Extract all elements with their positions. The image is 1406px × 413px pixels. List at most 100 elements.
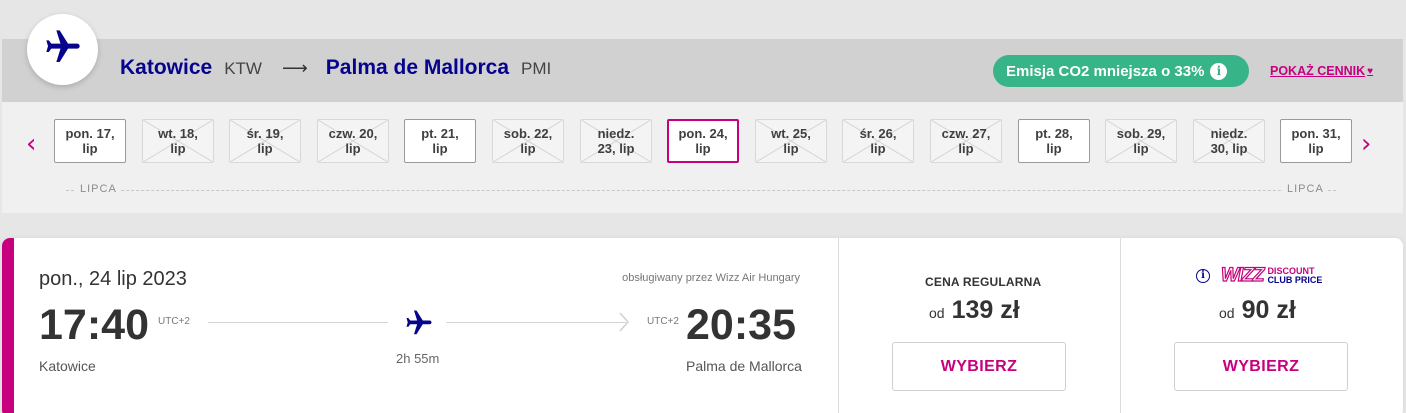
date-chip-label: wt. 25, lip	[771, 126, 811, 156]
arrival-timezone: UTC+2	[647, 316, 679, 327]
date-chip-label: pon. 17, lip	[65, 126, 114, 156]
wdc-logo-wizz: WIZZ	[1220, 265, 1265, 286]
arrival-place: Palma de Mallorca	[686, 358, 802, 374]
date-chip-label: pt. 21, lip	[421, 126, 459, 156]
date-chip-line1: wt. 18,	[158, 126, 198, 141]
date-chip: sob. 29, lip	[1105, 119, 1177, 163]
flight-date: pon., 24 lip 2023	[39, 268, 187, 290]
wdc-logo-line2: CLUB PRICE	[1267, 274, 1323, 285]
wdc-logo-text: DISCOUNT CLUB PRICE	[1267, 266, 1323, 285]
departure-time: 17:40	[39, 301, 149, 349]
regular-price-value: 139 zł	[951, 296, 1020, 324]
date-chip-label: wt. 18, lip	[158, 126, 198, 156]
select-discount-button[interactable]: WYBIERZ	[1174, 342, 1348, 391]
co2-badge-label: Emisja CO2 mniejsza o 33%	[1006, 62, 1205, 80]
plane-icon	[43, 27, 83, 72]
date-chip-label: śr. 26, lip	[860, 126, 897, 156]
date-chip-label: czw. 20, lip	[329, 126, 378, 156]
date-chip-line1: niedz.	[1210, 126, 1248, 141]
discount-from-label: od	[1219, 305, 1235, 321]
date-chip: czw. 27, lip	[930, 119, 1002, 163]
show-prices-label: POKAŻ CENNIK	[1270, 64, 1366, 78]
date-chip-line1: pon. 31,	[1291, 126, 1341, 141]
date-chip-line2: lip	[783, 141, 799, 156]
date-chip-line1: wt. 25,	[771, 126, 811, 141]
date-chip-line2: lip	[958, 141, 974, 156]
date-chip: niedz. 30, lip	[1193, 119, 1265, 163]
date-chip-line2: lip	[695, 141, 711, 156]
date-chip-label: sob. 29, lip	[1117, 126, 1165, 156]
date-chip[interactable]: pt. 21, lip	[404, 119, 476, 163]
regular-from-label: od	[929, 305, 945, 321]
date-chip-line2: lip	[1133, 141, 1149, 156]
date-chip-line1: sob. 29,	[1116, 126, 1166, 141]
date-chip-line1: pon. 17,	[65, 126, 115, 141]
date-chip: czw. 20, lip	[317, 119, 389, 163]
date-chip-line2: lip	[345, 141, 361, 156]
fare-divider-2	[1120, 238, 1121, 413]
date-chip-label: pt. 28, lip	[1035, 126, 1073, 156]
regular-fare-price: od 139 zł	[929, 296, 1020, 325]
flight-line-left	[208, 322, 388, 323]
date-chip-line2: lip	[520, 141, 536, 156]
date-chip[interactable]: pon. 31, lip	[1280, 119, 1352, 163]
info-icon[interactable]: i	[1210, 62, 1228, 80]
destination-code: PMI	[521, 59, 552, 78]
date-chip[interactable]: pt. 28, lip	[1018, 119, 1090, 163]
info-icon[interactable]: i	[1196, 268, 1210, 283]
destination-city: Palma de Mallorca	[325, 56, 510, 79]
regular-fare-title: CENA REGULARNA	[925, 275, 1042, 289]
date-chip-label: śr. 19, lip	[247, 126, 284, 156]
operator-label: obsługiwany przez Wizz Air Hungary	[622, 272, 800, 284]
date-chip-line1: sob. 22,	[503, 126, 553, 141]
prev-dates-button[interactable]: ‹	[26, 131, 36, 157]
route-arrow-icon: ⟶	[281, 58, 308, 78]
departure-timezone: UTC+2	[158, 316, 190, 327]
date-chip-label: pon. 24, lip	[678, 126, 727, 156]
date-chip-line2: lip	[1046, 141, 1062, 156]
show-prices-link[interactable]: POKAŻ CENNIK ♥	[1270, 64, 1373, 78]
date-chip-line1: śr. 19,	[246, 126, 284, 141]
date-chip: śr. 26, lip	[842, 119, 914, 163]
date-chip-line2: lip	[170, 141, 186, 156]
date-chip-line2: lip	[870, 141, 886, 156]
select-regular-button[interactable]: WYBIERZ	[892, 342, 1066, 391]
co2-badge[interactable]: Emisja CO2 mniejsza o 33% i	[993, 55, 1249, 87]
month-divider	[66, 190, 1336, 191]
date-chip[interactable]: pon. 17, lip	[54, 119, 126, 163]
date-chip: sob. 22, lip	[492, 119, 564, 163]
date-chip-line1: czw. 20,	[328, 126, 378, 141]
month-label-left: LIPCA	[76, 183, 121, 195]
date-chip-label: sob. 22, lip	[504, 126, 552, 156]
date-chip-line1: niedz.	[597, 126, 635, 141]
date-chip-label: niedz. 30, lip	[1211, 126, 1248, 156]
arrival-time: 20:35	[686, 301, 796, 349]
next-dates-button[interactable]: ›	[1361, 131, 1371, 157]
month-label-right: LIPCA	[1283, 183, 1328, 195]
date-chip-line2: 23, lip	[597, 141, 635, 156]
route-title: Katowice KTW ⟶ Palma de Mallorca PMI	[120, 56, 551, 80]
date-chip-label: niedz. 23, lip	[598, 126, 635, 156]
date-chip-label: czw. 27, lip	[942, 126, 991, 156]
chevron-right-icon	[618, 312, 630, 337]
flight-line-right	[446, 322, 626, 323]
origin-code: KTW	[224, 59, 262, 78]
date-chip-line2: lip	[82, 141, 98, 156]
origin-city: Katowice	[120, 56, 213, 79]
departure-place: Katowice	[39, 358, 96, 374]
card-accent	[2, 238, 14, 413]
date-chip-line1: pt. 28,	[1035, 126, 1073, 141]
date-chip-line1: czw. 27,	[941, 126, 991, 141]
date-chip-line1: śr. 26,	[859, 126, 897, 141]
discount-fare-price: od 90 zł	[1219, 296, 1296, 325]
plane-badge	[27, 14, 98, 85]
date-chip-line2: lip	[257, 141, 273, 156]
date-chip-line2: lip	[432, 141, 448, 156]
flight-duration: 2h 55m	[396, 351, 440, 366]
date-chip[interactable]: pon. 24, lip	[667, 119, 739, 163]
date-chip-line1: pt. 21,	[421, 126, 459, 141]
wdc-logo: WIZZ DISCOUNT CLUB PRICE	[1220, 265, 1323, 286]
date-chip-label: pon. 31, lip	[1291, 126, 1340, 156]
date-chip-line2: 30, lip	[1210, 141, 1248, 156]
heart-icon: ♥	[1367, 65, 1374, 77]
